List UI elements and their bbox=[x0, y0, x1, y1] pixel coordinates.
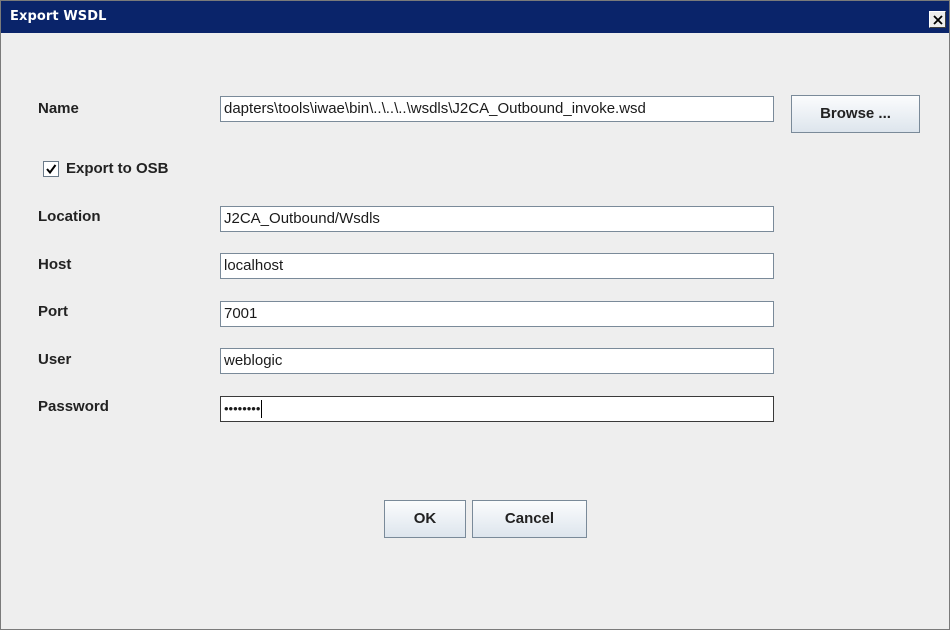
location-label: Location bbox=[38, 208, 101, 225]
ok-button[interactable]: OK bbox=[384, 500, 466, 538]
checkmark-icon bbox=[46, 164, 57, 175]
user-label: User bbox=[38, 351, 72, 368]
close-icon bbox=[933, 15, 943, 25]
user-field[interactable]: weblogic bbox=[220, 348, 774, 374]
text-caret bbox=[261, 400, 263, 419]
export-osb-checkbox[interactable] bbox=[43, 161, 59, 177]
password-mask: •••••••• bbox=[224, 401, 261, 417]
browse-button[interactable]: Browse ... bbox=[791, 95, 920, 133]
port-label: Port bbox=[38, 303, 68, 320]
port-field[interactable]: 7001 bbox=[220, 301, 774, 327]
password-label: Password bbox=[38, 398, 109, 415]
cancel-button[interactable]: Cancel bbox=[472, 500, 587, 538]
export-wsdl-dialog: Export WSDL Name dapters\tools\iwae\bin\… bbox=[0, 0, 950, 630]
password-field[interactable]: •••••••• bbox=[220, 396, 774, 422]
window-title: Export WSDL bbox=[10, 9, 107, 24]
name-label: Name bbox=[38, 100, 79, 117]
location-field[interactable]: J2CA_Outbound/Wsdls bbox=[220, 206, 774, 232]
host-field[interactable]: localhost bbox=[220, 253, 774, 279]
name-field[interactable]: dapters\tools\iwae\bin\..\..\..\wsdls\J2… bbox=[220, 96, 774, 122]
title-bar[interactable]: Export WSDL bbox=[1, 1, 949, 33]
export-osb-label[interactable]: Export to OSB bbox=[66, 160, 169, 177]
close-button[interactable] bbox=[929, 11, 946, 28]
host-label: Host bbox=[38, 256, 72, 273]
